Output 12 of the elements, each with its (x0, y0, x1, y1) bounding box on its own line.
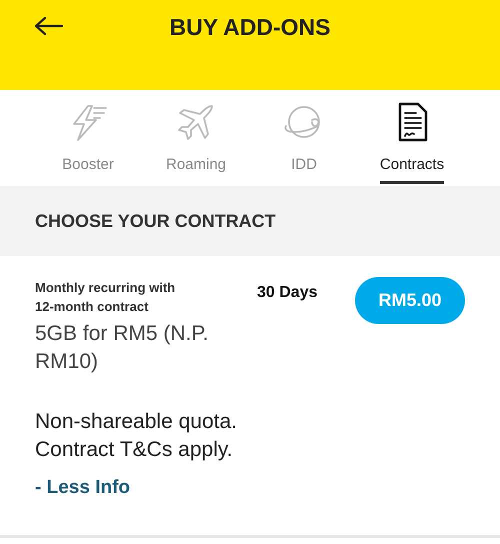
price-button[interactable]: RM5.00 (355, 277, 465, 324)
category-tab[interactable]: IDD (250, 90, 358, 186)
offer-subtitle: Monthly recurring with 12-month contract (35, 279, 176, 316)
page-title: BUY ADD-ONS (169, 13, 330, 42)
category-tab[interactable]: Roaming (142, 90, 250, 186)
validity-text: 30 Days (257, 284, 318, 302)
offer-name: 5GB for RM5 (N.P. RM10) (35, 321, 210, 375)
less-info-link[interactable]: - Less Info (35, 477, 130, 499)
section-title: CHOOSE YOUR CONTRACT (35, 210, 276, 232)
offer-details: Non-shareable quota. Contract T&Cs apply. (35, 409, 238, 463)
category-tab[interactable]: Booster (34, 90, 142, 186)
back-arrow-icon (34, 16, 64, 36)
